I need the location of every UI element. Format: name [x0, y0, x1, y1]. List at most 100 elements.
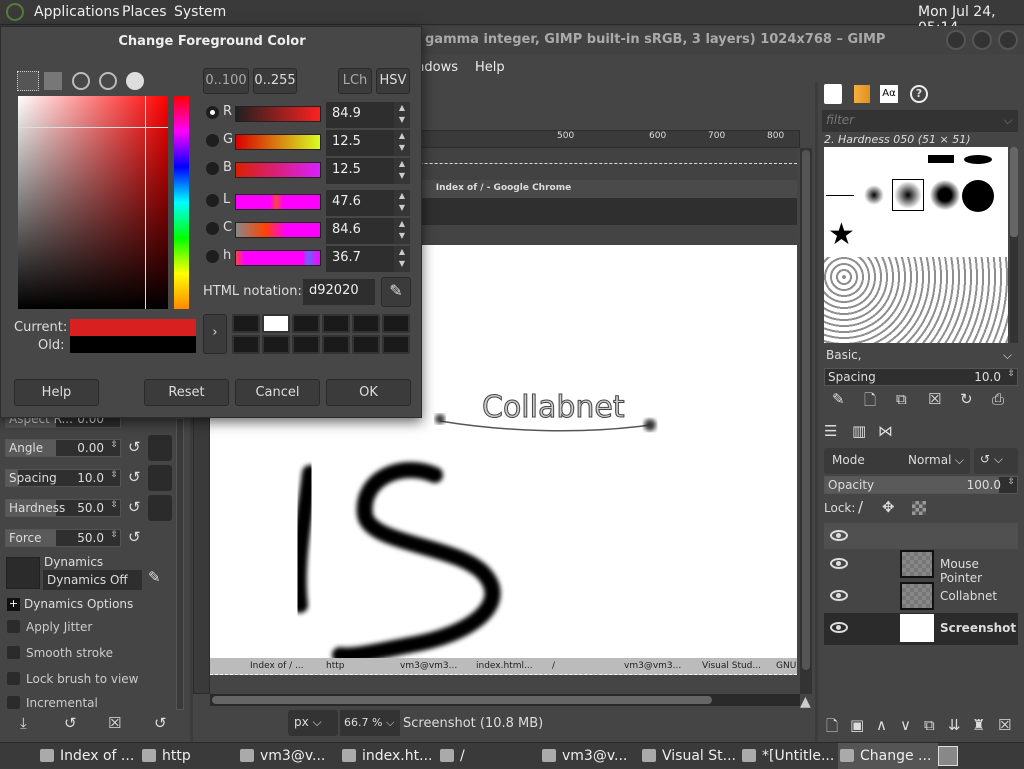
color-history-swatch[interactable] [292, 314, 320, 333]
color-history-swatch[interactable] [352, 314, 380, 333]
brush-scrollbar[interactable] [1010, 147, 1018, 343]
old-color-swatch[interactable] [70, 336, 196, 353]
brush-grid[interactable]: ★ [824, 147, 1008, 343]
spacing-slider[interactable]: Spacing 10.0 ⇳ [5, 469, 121, 487]
palette-selector-tab[interactable] [126, 72, 144, 90]
brush-spacing-slider[interactable]: Spacing 10.0 ⇳ [824, 368, 1018, 386]
reset-spacing-icon[interactable]: ↺ [128, 468, 141, 486]
smooth-stroke-checkbox[interactable] [7, 646, 20, 659]
open-brush-icon[interactable]: ⎙ [992, 390, 1004, 408]
save-options-icon[interactable]: ⤓ [20, 714, 27, 732]
menu-applications[interactable]: Applications [34, 4, 120, 20]
saturation-value-area[interactable] [18, 96, 168, 309]
taskbar-item[interactable]: http [140, 743, 191, 769]
channel-radio-L[interactable] [206, 194, 219, 207]
channel-value-input[interactable]: 84.6 [326, 218, 394, 244]
tab-fonts[interactable]: Aα [880, 85, 898, 103]
delete-layer-icon[interactable]: ☒ [998, 716, 1011, 734]
apply-jitter-checkbox[interactable] [7, 620, 20, 633]
lock-position-icon[interactable]: ✥ [882, 498, 895, 516]
range-0-255-button[interactable]: 0..255 [253, 68, 297, 94]
merge-layer-icon[interactable]: ⇊ [948, 716, 961, 734]
reset-angle-icon[interactable]: ↺ [128, 438, 141, 456]
taskbar-item[interactable]: *[Untitle... [740, 743, 834, 769]
channel-value-input[interactable]: 36.7 [326, 246, 394, 272]
new-layer-icon[interactable]: 🗋 [826, 716, 838, 741]
taskbar-item[interactable]: Index of ... [38, 743, 134, 769]
channel-radio-G[interactable] [206, 134, 219, 147]
color-history-swatch[interactable] [382, 314, 410, 333]
composite-mode-button[interactable]: ↺ ⌵ [974, 448, 1018, 474]
taskbar-item[interactable]: Visual St... [640, 743, 736, 769]
gimp-selector-tab[interactable] [17, 71, 39, 91]
layer-mode-select[interactable]: Mode Normal ⌵ [824, 448, 970, 474]
taskbar-item[interactable]: / [438, 743, 465, 769]
brush-tag-select[interactable]: Basic, ⌵ [822, 346, 1018, 366]
add-to-history-button[interactable]: › [203, 314, 227, 354]
channel-slider-R[interactable] [235, 106, 321, 122]
html-notation-input[interactable]: d92020 [303, 279, 375, 305]
angle-slider[interactable]: Angle 0.00 ⇳ [5, 439, 121, 457]
channel-spinner[interactable]: ▲ ▼ [394, 246, 410, 272]
range-0-100-button[interactable]: 0..100 [203, 68, 249, 94]
color-history-swatch[interactable] [322, 314, 350, 333]
color-history-swatch[interactable] [352, 335, 380, 354]
eye-icon[interactable] [830, 622, 848, 633]
hue-strip[interactable] [174, 96, 189, 309]
tool-options-scrollbar[interactable] [176, 418, 184, 710]
menu-help[interactable]: Help [475, 60, 505, 75]
layer-item[interactable]: Collabnet [824, 581, 1018, 613]
lock-alpha-icon[interactable] [912, 501, 926, 515]
layer-item[interactable]: Mouse Pointer [824, 549, 1018, 585]
ok-button[interactable]: OK [326, 379, 411, 406]
edit-brush-icon[interactable]: ✎ [832, 390, 845, 408]
maximize-button[interactable] [972, 30, 992, 50]
help-button[interactable]: Help [14, 379, 99, 406]
lock-brush-checkbox[interactable] [7, 672, 20, 685]
reset-hardness-icon[interactable]: ↺ [128, 498, 141, 516]
dynamics-options-expander[interactable]: + [7, 598, 20, 611]
tab-paths[interactable]: ⋈ [878, 422, 893, 440]
link-angle-icon[interactable] [148, 435, 172, 461]
unit-select[interactable]: px ⌵ [288, 710, 338, 736]
channel-spinner[interactable]: ▲ ▼ [394, 218, 410, 244]
channel-spinner[interactable]: ▲ ▼ [394, 102, 410, 128]
raise-layer-icon[interactable]: ∧ [876, 716, 887, 734]
dynamics-preview-button[interactable] [6, 557, 40, 589]
lock-pixels-icon[interactable]: / [858, 498, 863, 516]
horizontal-scrollbar[interactable] [210, 694, 800, 706]
wheel-selector-tab[interactable] [99, 72, 117, 90]
channel-value-input[interactable]: 12.5 [326, 158, 394, 184]
eye-icon[interactable] [830, 590, 848, 601]
channel-spinner[interactable]: ▲ ▼ [394, 130, 410, 156]
reset-options-icon[interactable]: ↺ [154, 714, 167, 732]
new-group-icon[interactable]: ▣ [850, 716, 864, 734]
color-history-swatch[interactable] [262, 335, 290, 354]
taskbar-item[interactable]: Change ... [838, 743, 938, 769]
channel-value-input[interactable]: 84.9 [326, 102, 394, 128]
opacity-slider[interactable]: Opacity 100.0 ⇳ [824, 476, 1018, 494]
reset-button[interactable]: Reset [144, 379, 229, 406]
taskbar-item[interactable]: vm3@v... [540, 743, 627, 769]
mask-icon[interactable]: ♜ [972, 716, 985, 734]
restore-options-icon[interactable]: ↺ [64, 714, 77, 732]
incremental-checkbox[interactable] [7, 696, 20, 709]
delete-options-icon[interactable]: ☒ [108, 714, 121, 732]
color-history-swatch[interactable] [232, 335, 260, 354]
force-slider[interactable]: Force 50.0 ⇳ [5, 529, 121, 547]
channel-value-input[interactable]: 12.5 [326, 130, 394, 156]
color-picker-button[interactable]: ✎ [381, 277, 411, 307]
channel-radio-h[interactable] [206, 250, 219, 263]
eye-icon[interactable] [830, 558, 848, 569]
color-history-swatch[interactable] [262, 314, 290, 333]
refresh-brushes-icon[interactable]: ↻ [960, 390, 973, 408]
delete-brush-icon[interactable]: ☒ [928, 390, 941, 408]
minimize-button[interactable] [946, 30, 966, 50]
channel-spinner[interactable]: ▲ ▼ [394, 190, 410, 216]
channel-value-input[interactable]: 47.6 [326, 190, 394, 216]
channel-radio-B[interactable] [206, 162, 219, 175]
reset-force-icon[interactable]: ↺ [128, 528, 141, 546]
color-history-swatch[interactable] [382, 335, 410, 354]
channel-radio-C[interactable] [206, 222, 219, 235]
channel-slider-G[interactable] [235, 134, 321, 150]
